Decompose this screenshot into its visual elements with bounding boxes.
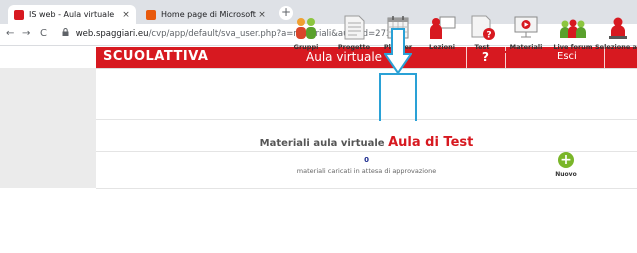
tab-microsoft-office[interactable]: Home page di Microsoft Office × bbox=[140, 5, 272, 24]
logout-button[interactable]: Esci bbox=[557, 51, 577, 62]
left-panel bbox=[0, 68, 96, 188]
back-arrow-icon[interactable]: ← bbox=[6, 28, 14, 39]
tab-title: IS web - Aula virtuale bbox=[29, 10, 115, 19]
menu-item-gruppi[interactable]: Gruppi bbox=[283, 13, 329, 51]
menu-item-label: Test bbox=[474, 43, 490, 51]
classroom-icon bbox=[603, 13, 633, 41]
help-button[interactable]: ? bbox=[482, 50, 489, 64]
menu-item-label: Progetto bbox=[337, 43, 371, 51]
close-tab-icon[interactable]: × bbox=[256, 10, 268, 20]
lock-icon bbox=[62, 28, 72, 39]
menu-item-materiali[interactable]: Materiali bbox=[503, 13, 549, 53]
video-icon bbox=[511, 13, 541, 41]
teacher-icon bbox=[427, 13, 457, 41]
class-name: Aula di Test bbox=[388, 135, 474, 150]
section-heading-text: Materiali aula virtuale bbox=[259, 138, 385, 149]
section-heading: Materiali aula virtuale Aula di Test bbox=[96, 135, 637, 150]
test-icon: ? bbox=[467, 13, 497, 41]
scuolattiva-logo[interactable]: SCUOLATTIVA bbox=[103, 49, 208, 64]
menu-item-test[interactable]: ? Test bbox=[459, 13, 505, 51]
scuolattiva-favicon-icon bbox=[14, 9, 24, 20]
menu-item-label: Selezione aula bbox=[595, 43, 637, 51]
divider bbox=[96, 188, 637, 189]
office-favicon-icon bbox=[146, 9, 156, 20]
menu-item-label: Materiali bbox=[503, 43, 549, 53]
forum-icon bbox=[558, 13, 588, 41]
reload-icon[interactable]: C bbox=[40, 28, 47, 39]
menu-item-label: Gruppi bbox=[293, 43, 319, 51]
page-title: Aula virtuale bbox=[306, 50, 383, 64]
new-button-label: Nuovo bbox=[555, 171, 577, 178]
tab-title: Home page di Microsoft Office bbox=[161, 10, 256, 19]
down-arrow-icon bbox=[384, 28, 412, 74]
menu-item-progetto[interactable]: Progetto bbox=[331, 13, 377, 51]
menu-item-live-forum[interactable]: Live forum bbox=[550, 13, 596, 51]
url-host: web.spaggiari.eu bbox=[75, 29, 149, 39]
plus-icon: + bbox=[558, 152, 574, 168]
group-icon bbox=[291, 13, 321, 41]
planner-highlight-box bbox=[379, 73, 417, 123]
new-material-button[interactable]: + Nuovo bbox=[553, 152, 579, 178]
toolbar-menu bbox=[96, 68, 637, 120]
tab-aula-virtuale[interactable]: IS web - Aula virtuale × bbox=[8, 5, 136, 24]
menu-item-selezione-aula[interactable]: Selezione aula bbox=[595, 13, 637, 51]
menu-item-label: Live forum bbox=[553, 43, 593, 51]
document-icon bbox=[339, 13, 369, 41]
svg-text:?: ? bbox=[486, 31, 491, 41]
forward-arrow-icon[interactable]: → bbox=[22, 28, 30, 39]
divider bbox=[96, 68, 637, 69]
close-tab-icon[interactable]: × bbox=[120, 10, 132, 20]
